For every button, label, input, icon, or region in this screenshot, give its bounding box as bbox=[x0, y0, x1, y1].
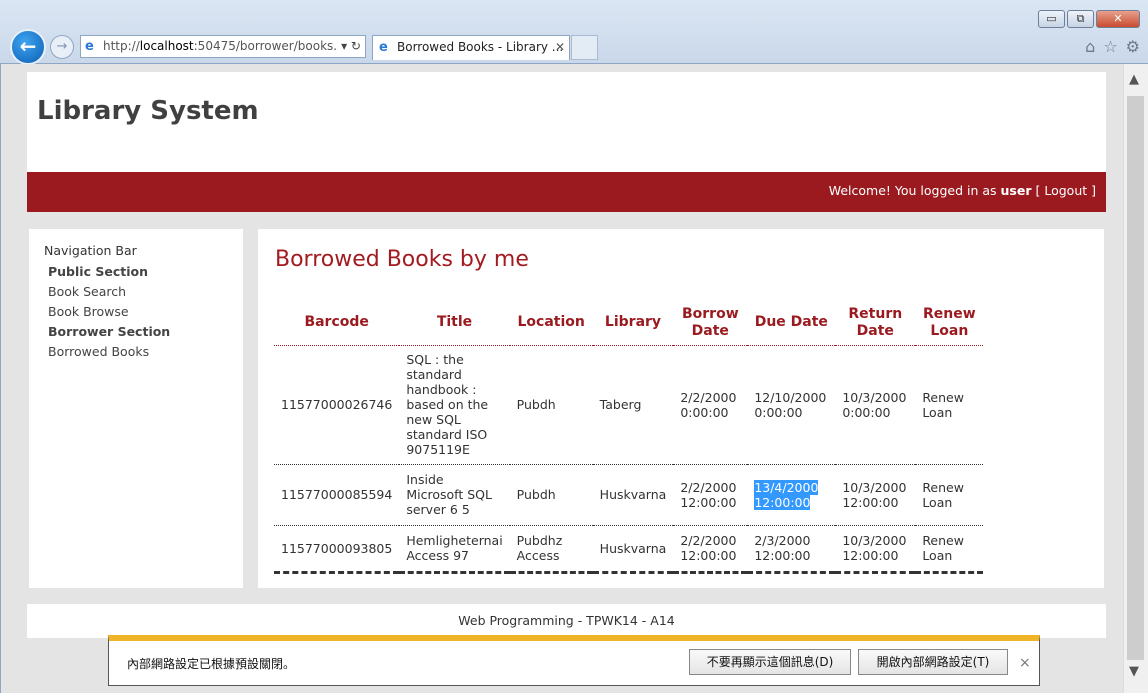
public-section-heading: Public Section bbox=[48, 264, 148, 279]
user-bar: Welcome! You logged in as user [ Logout … bbox=[27, 172, 1106, 212]
new-tab-button[interactable] bbox=[571, 35, 598, 60]
close-window-button[interactable]: ✕ bbox=[1096, 10, 1140, 28]
forward-button[interactable]: → bbox=[50, 35, 74, 59]
site-header: Library System bbox=[27, 72, 1106, 172]
col-location: Location bbox=[509, 301, 593, 346]
address-host: localhost bbox=[139, 39, 194, 53]
col-borrow-date: Borrow Date bbox=[673, 301, 748, 346]
dont-show-again-button[interactable]: 不要再顯示這個訊息(D) bbox=[689, 649, 851, 675]
nav-link-book-search[interactable]: Book Search bbox=[44, 284, 228, 299]
restore-button[interactable]: ⧉ bbox=[1067, 10, 1094, 28]
cell-library: Huskvarna bbox=[592, 464, 674, 526]
scroll-up-icon[interactable]: ▲ bbox=[1129, 72, 1139, 87]
scroll-down-icon[interactable]: ▼ bbox=[1129, 664, 1139, 679]
cell-library: Taberg bbox=[592, 345, 674, 465]
site-title: Library System bbox=[37, 96, 259, 126]
cell-due-date: 12/10/2000 0:00:00 bbox=[747, 345, 836, 465]
notification-bar: 內部網路設定已根據預設關閉。 不要再顯示這個訊息(D) 開啟內部網路設定(T) … bbox=[108, 635, 1040, 686]
vertical-scrollbar[interactable]: ▲ ▼ bbox=[1123, 64, 1148, 693]
cell-borrow-date: 2/2/2000 12:00:00 bbox=[673, 464, 748, 526]
table-row: 11577000085594 Inside Microsoft SQL serv… bbox=[274, 464, 984, 526]
page-viewport: Library System Welcome! You logged in as… bbox=[0, 64, 1123, 693]
cell-title: Hemligheternai Access 97 bbox=[399, 525, 510, 574]
window-controls: ▭ ⧉ ✕ bbox=[1038, 10, 1140, 28]
cell-library: Huskvarna bbox=[592, 525, 674, 574]
ie-tab-icon: e bbox=[379, 40, 388, 55]
tab-borrowed-books[interactable]: e Borrowed Books - Library ... ✕ bbox=[372, 35, 570, 60]
cell-barcode: 11577000093805 bbox=[274, 525, 400, 574]
cell-barcode: 11577000085594 bbox=[274, 464, 400, 526]
close-tab-icon[interactable]: ✕ bbox=[555, 36, 565, 59]
cell-due-date: 13/4/2000 12:00:00 bbox=[747, 464, 836, 526]
nav-link-borrowed-books[interactable]: Borrowed Books bbox=[44, 344, 228, 359]
footer-text: Web Programming - TPWK14 - A14 bbox=[458, 613, 675, 628]
favorites-icon[interactable]: ☆ bbox=[1103, 37, 1117, 56]
browser-tools: ⌂ ☆ ⚙ bbox=[1085, 37, 1140, 56]
col-library: Library bbox=[592, 301, 674, 346]
refresh-icon[interactable]: ▾ ↻ bbox=[337, 36, 361, 57]
renew-loan-link[interactable]: Renew Loan bbox=[915, 345, 984, 465]
nav-title: Navigation Bar bbox=[44, 243, 137, 258]
back-button[interactable]: ← bbox=[10, 29, 46, 65]
arrow-right-icon: → bbox=[56, 39, 68, 54]
navigation-sidebar: Navigation Bar Public Section Book Searc… bbox=[29, 229, 243, 588]
col-return-date: Return Date bbox=[835, 301, 916, 346]
logout-link[interactable]: [ Logout ] bbox=[1036, 183, 1097, 198]
tab-title: Borrowed Books - Library ... bbox=[397, 40, 564, 54]
address-bar[interactable]: e http://localhost:50475/borrower/books. … bbox=[80, 35, 366, 58]
minimize-button[interactable]: ▭ bbox=[1038, 10, 1065, 28]
cell-due-date: 2/3/2000 12:00:00 bbox=[747, 525, 836, 574]
renew-loan-link[interactable]: Renew Loan bbox=[915, 525, 984, 574]
welcome-text: Welcome! You logged in as bbox=[828, 183, 1001, 198]
ie-page-icon: e bbox=[85, 39, 94, 54]
page-heading: Borrowed Books by me bbox=[275, 247, 529, 272]
table-row: 11577000093805 Hemligheternai Access 97 … bbox=[274, 525, 984, 574]
selected-text: 13/4/2000 12:00:00 bbox=[754, 479, 819, 510]
table-header-row: Barcode Title Location Library Borrow Da… bbox=[274, 301, 984, 346]
cell-location: Pubdh bbox=[509, 345, 593, 465]
cell-title: SQL : the standard handbook : based on t… bbox=[399, 345, 510, 465]
cell-borrow-date: 2/2/2000 12:00:00 bbox=[673, 525, 748, 574]
main-content: Borrowed Books by me Barcode Title Locat… bbox=[258, 229, 1104, 588]
notification-message: 內部網路設定已根據預設關閉。 bbox=[127, 657, 296, 671]
borrowed-books-table: Barcode Title Location Library Borrow Da… bbox=[274, 301, 984, 574]
borrower-section-heading: Borrower Section bbox=[48, 324, 171, 339]
col-title: Title bbox=[399, 301, 510, 346]
cell-return-date: 10/3/2000 12:00:00 bbox=[835, 525, 916, 574]
home-icon[interactable]: ⌂ bbox=[1085, 37, 1095, 56]
cell-location: Pubdhz Access bbox=[509, 525, 593, 574]
table-row: 11577000026746 SQL : the standard handbo… bbox=[274, 345, 984, 465]
arrow-left-icon: ← bbox=[19, 34, 37, 58]
cell-title: Inside Microsoft SQL server 6 5 bbox=[399, 464, 510, 526]
address-prefix: http:// bbox=[103, 39, 140, 53]
nav-link-book-browse[interactable]: Book Browse bbox=[44, 304, 228, 319]
cell-borrow-date: 2/2/2000 0:00:00 bbox=[673, 345, 748, 465]
cell-barcode: 11577000026746 bbox=[274, 345, 400, 465]
enable-intranet-button[interactable]: 開啟內部網路設定(T) bbox=[858, 649, 1008, 675]
close-notification-icon[interactable]: × bbox=[1019, 655, 1031, 671]
col-renew-loan: Renew Loan bbox=[915, 301, 984, 346]
scroll-thumb[interactable] bbox=[1127, 96, 1144, 660]
cell-location: Pubdh bbox=[509, 464, 593, 526]
col-barcode: Barcode bbox=[274, 301, 400, 346]
cell-return-date: 10/3/2000 12:00:00 bbox=[835, 464, 916, 526]
site-footer: Web Programming - TPWK14 - A14 bbox=[27, 604, 1106, 638]
username: user bbox=[1000, 183, 1032, 198]
address-rest: :50475/borrower/books. bbox=[193, 39, 338, 53]
cell-return-date: 10/3/2000 0:00:00 bbox=[835, 345, 916, 465]
renew-loan-link[interactable]: Renew Loan bbox=[915, 464, 984, 526]
settings-icon[interactable]: ⚙ bbox=[1126, 37, 1140, 56]
col-due-date: Due Date bbox=[747, 301, 836, 346]
browser-chrome: ▭ ⧉ ✕ ← → e http://localhost:50475/borrow… bbox=[0, 0, 1148, 65]
